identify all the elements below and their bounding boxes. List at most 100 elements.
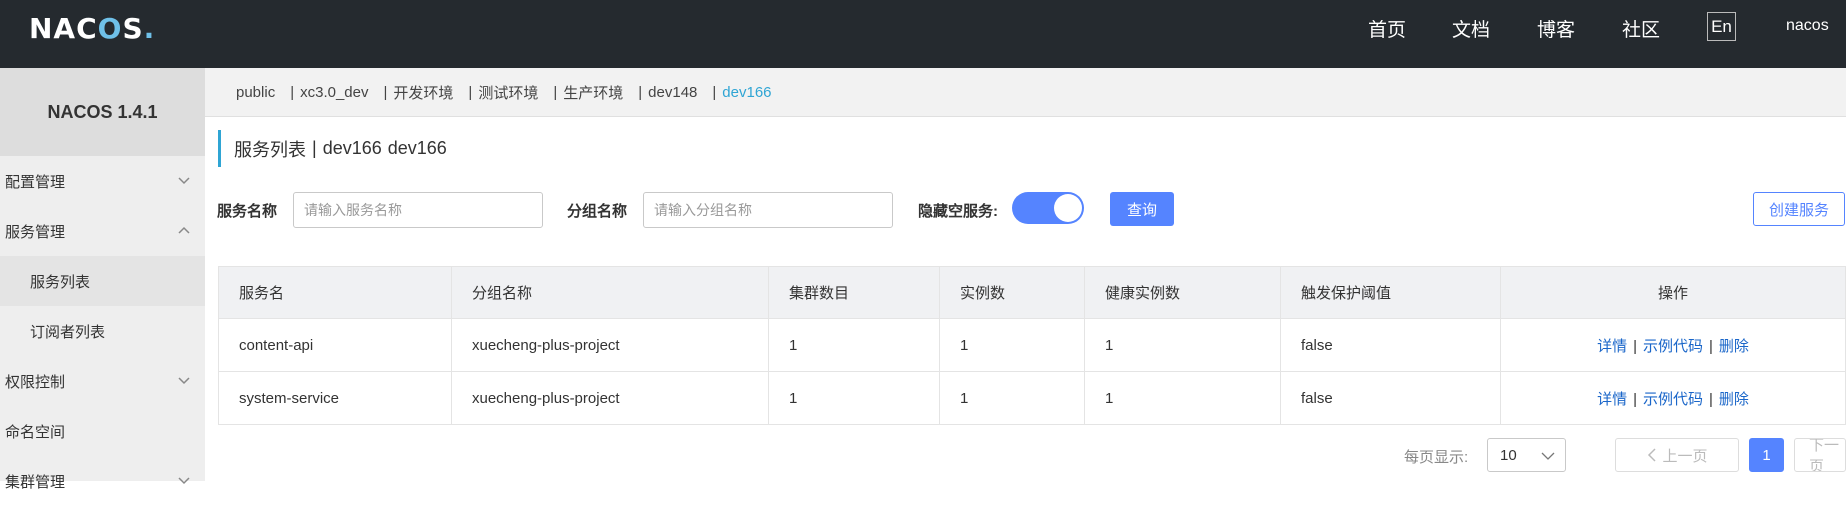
namespace-separator: | (383, 83, 388, 101)
service-table: 服务名 分组名称 集群数目 实例数 健康实例数 触发保护阈值 操作 conten… (218, 266, 1846, 425)
cell-healthy-count: 1 (1084, 318, 1281, 372)
page-size-value: 10 (1500, 446, 1517, 464)
cell-group-name: xuecheng-plus-project (451, 371, 769, 425)
cell-healthy-count: 1 (1084, 371, 1281, 425)
cell-operations: 详情 | 示例代码 | 删除 (1500, 318, 1846, 372)
chevron-down-icon (178, 177, 190, 185)
sidebar-item-label: 命名空间 (5, 423, 66, 441)
sidebar-item-label: 服务管理 (5, 223, 66, 241)
page-title-text: 服务列表 (234, 139, 306, 160)
chevron-up-icon (178, 226, 190, 234)
namespace-separator: | (468, 83, 473, 101)
group-name-input[interactable] (643, 192, 894, 228)
op-separator: | (1633, 337, 1637, 355)
top-navbar: NACOS. 首页 文档 博客 社区 En nacos (0, 0, 1846, 68)
op-separator: | (1709, 390, 1713, 408)
sample-code-link[interactable]: 示例代码 (1643, 391, 1703, 408)
namespace-separator: | (553, 83, 558, 101)
namespace-dev166[interactable]: dev166 (722, 84, 771, 101)
sidebar-item-label: 集群管理 (5, 473, 66, 491)
cell-service-name: system-service (218, 371, 452, 425)
detail-link[interactable]: 详情 (1597, 338, 1627, 355)
page-size-select[interactable]: 10 (1487, 438, 1566, 472)
cell-cluster-count: 1 (768, 371, 940, 425)
detail-link[interactable]: 详情 (1597, 391, 1627, 408)
query-button[interactable]: 查询 (1110, 192, 1174, 226)
namespace-dev148[interactable]: dev148 (648, 84, 697, 101)
cell-instance-count: 1 (939, 318, 1085, 372)
username[interactable]: nacos (1786, 17, 1829, 35)
delete-link[interactable]: 删除 (1719, 391, 1749, 408)
cell-service-name: content-api (218, 318, 452, 372)
cell-group-name: xuecheng-plus-project (451, 318, 769, 372)
sidebar-item-label: 权限控制 (5, 373, 66, 391)
hide-empty-filter: 隐藏空服务: (918, 192, 998, 228)
nacos-logo[interactable]: NACOS. (29, 12, 155, 45)
namespace-test-env[interactable]: 测试环境 (478, 82, 538, 103)
page-title-namespace-name: dev166 (322, 138, 382, 158)
prev-page-button[interactable]: 上一页 (1615, 438, 1739, 472)
main-content: public | xc3.0_dev | 开发环境 | 测试环境 | 生产环境 … (205, 68, 1846, 481)
namespace-dev-env[interactable]: 开发环境 (393, 82, 453, 103)
page-title: 服务列表 | dev166 dev166 (218, 130, 453, 167)
prev-page-label: 上一页 (1662, 447, 1708, 465)
sidebar-item-label: 服务列表 (30, 273, 91, 291)
nav-blog[interactable]: 博客 (1537, 15, 1575, 42)
column-header-group-name: 分组名称 (451, 266, 769, 319)
sidebar-item-namespace[interactable]: 命名空间 (0, 406, 205, 456)
chevron-down-icon (178, 477, 190, 485)
sidebar-item-access-control[interactable]: 权限控制 (0, 356, 205, 406)
namespace-separator: | (290, 83, 295, 101)
delete-link[interactable]: 删除 (1719, 338, 1749, 355)
page-size-label: 每页显示: (1404, 449, 1469, 466)
sidebar-item-label: 配置管理 (5, 173, 66, 191)
nav-community[interactable]: 社区 (1622, 15, 1660, 42)
cell-cluster-count: 1 (768, 318, 940, 372)
sidebar: NACOS 1.4.1 配置管理 服务管理 服务列表 订阅者列表 权限控制 命名… (0, 68, 205, 491)
next-page-button[interactable]: 下一页 (1794, 438, 1846, 472)
namespace-xc3-dev[interactable]: xc3.0_dev (300, 84, 368, 101)
table-row: system-service xuecheng-plus-project 1 1… (218, 371, 1846, 425)
sidebar-item-subscriber-list[interactable]: 订阅者列表 (0, 306, 205, 356)
page-title-namespace-id: dev166 (387, 138, 447, 158)
hide-empty-toggle[interactable] (1012, 192, 1084, 224)
namespace-prod-env[interactable]: 生产环境 (563, 82, 623, 103)
column-header-instance-count: 实例数 (939, 266, 1085, 319)
create-service-button[interactable]: 创建服务 (1753, 192, 1845, 226)
column-header-operations: 操作 (1500, 266, 1846, 319)
namespace-separator: | (712, 83, 717, 101)
group-name-label: 分组名称 (567, 202, 628, 220)
column-header-protect-threshold: 触发保护阈值 (1280, 266, 1501, 319)
sidebar-title: NACOS 1.4.1 (0, 68, 205, 156)
namespace-separator: | (638, 83, 643, 101)
nav-docs[interactable]: 文档 (1452, 15, 1490, 42)
service-name-label: 服务名称 (217, 202, 278, 220)
table-row: content-api xuecheng-plus-project 1 1 1 … (218, 318, 1846, 372)
cell-operations: 详情 | 示例代码 | 删除 (1500, 371, 1846, 425)
language-switch-button[interactable]: En (1707, 12, 1736, 41)
column-header-service-name: 服务名 (218, 266, 452, 319)
group-name-filter: 分组名称 (567, 192, 894, 228)
page-1-button[interactable]: 1 (1749, 438, 1784, 472)
sidebar-item-service-management[interactable]: 服务管理 (0, 206, 205, 256)
next-page-label: 下一页 (1809, 438, 1840, 472)
op-separator: | (1709, 337, 1713, 355)
service-name-input[interactable] (293, 192, 544, 228)
sample-code-link[interactable]: 示例代码 (1643, 338, 1703, 355)
nav-home[interactable]: 首页 (1368, 15, 1406, 42)
sidebar-item-config-management[interactable]: 配置管理 (0, 156, 205, 206)
hide-empty-label: 隐藏空服务: (918, 202, 998, 220)
service-name-filter: 服务名称 (217, 192, 544, 228)
toggle-knob (1054, 194, 1082, 222)
sidebar-item-label: 订阅者列表 (30, 323, 106, 341)
chevron-down-icon (1541, 452, 1555, 460)
namespace-bar: public | xc3.0_dev | 开发环境 | 测试环境 | 生产环境 … (205, 68, 1846, 117)
sidebar-item-service-list[interactable]: 服务列表 (0, 256, 205, 306)
sidebar-item-cluster-management[interactable]: 集群管理 (0, 456, 205, 506)
namespace-public[interactable]: public (236, 84, 275, 101)
chevron-down-icon (178, 377, 190, 385)
cell-threshold: false (1280, 318, 1501, 372)
cell-instance-count: 1 (939, 371, 1085, 425)
column-header-healthy-instance-count: 健康实例数 (1084, 266, 1281, 319)
page-title-separator: | (312, 138, 317, 158)
